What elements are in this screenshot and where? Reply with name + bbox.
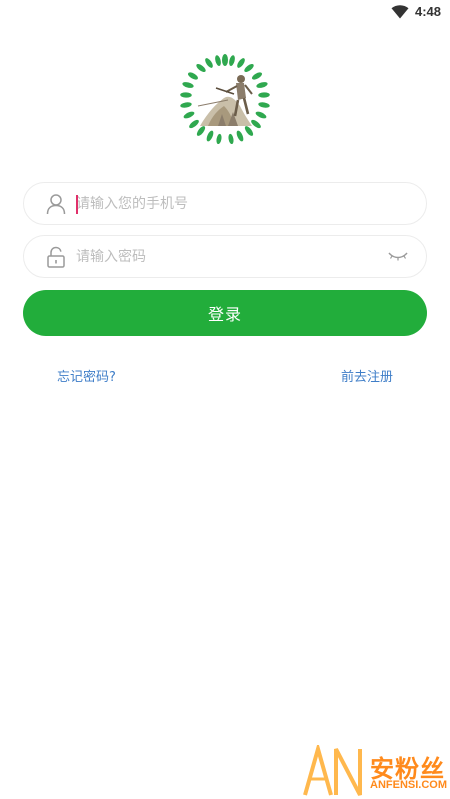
phone-input[interactable] bbox=[76, 191, 376, 217]
status-time: 4:48 bbox=[414, 4, 441, 19]
phone-field[interactable] bbox=[23, 182, 427, 225]
lock-icon bbox=[47, 246, 65, 268]
status-bar: 4:48 bbox=[0, 0, 450, 24]
user-icon bbox=[46, 194, 66, 215]
password-input[interactable] bbox=[76, 244, 376, 270]
password-field[interactable] bbox=[23, 235, 427, 278]
eye-closed-icon[interactable] bbox=[388, 251, 408, 261]
watermark-logo bbox=[303, 745, 362, 796]
watermark: 安粉丝 ANFENSI.COM bbox=[300, 745, 450, 799]
farmer-wreath-logo bbox=[180, 54, 270, 144]
wifi-icon bbox=[391, 5, 409, 19]
watermark-text-en: ANFENSI.COM bbox=[370, 779, 447, 791]
text-cursor bbox=[76, 195, 78, 214]
login-button[interactable]: 登录 bbox=[23, 290, 427, 336]
forgot-password-link[interactable]: 忘记密码? bbox=[57, 366, 116, 385]
register-link[interactable]: 前去注册 bbox=[341, 366, 393, 385]
